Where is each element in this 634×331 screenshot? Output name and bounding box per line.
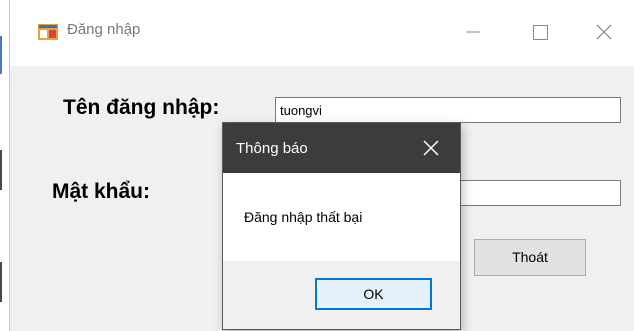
- dialog-footer: OK: [223, 261, 460, 329]
- title-bar[interactable]: Đăng nhập: [10, 0, 634, 66]
- maximize-icon: [533, 25, 548, 40]
- minimize-button[interactable]: [450, 14, 496, 50]
- dialog-close-icon[interactable]: [421, 138, 441, 158]
- background-window-edge: [0, 0, 10, 331]
- maximize-button[interactable]: [517, 14, 563, 50]
- dialog-title: Thông báo: [236, 140, 308, 157]
- edge-mark: [0, 262, 2, 302]
- exit-button[interactable]: Thoát: [474, 239, 586, 276]
- edge-mark: [0, 36, 2, 74]
- message-dialog: Thông báo Đăng nhập thất bại OK: [222, 122, 461, 330]
- close-icon: [596, 24, 612, 40]
- form-app-icon: [38, 24, 58, 40]
- ok-button[interactable]: OK: [315, 278, 432, 310]
- minimize-icon: [466, 31, 480, 33]
- close-button[interactable]: [581, 14, 627, 50]
- edge-mark: [0, 150, 2, 190]
- password-label: Mật khẩu:: [52, 180, 151, 203]
- username-label: Tên đăng nhập:: [63, 96, 220, 119]
- window-title: Đăng nhập: [67, 21, 141, 38]
- dialog-title-bar[interactable]: Thông báo: [223, 123, 460, 173]
- username-input[interactable]: [275, 97, 621, 123]
- dialog-message: Đăng nhập thất bại: [244, 209, 363, 225]
